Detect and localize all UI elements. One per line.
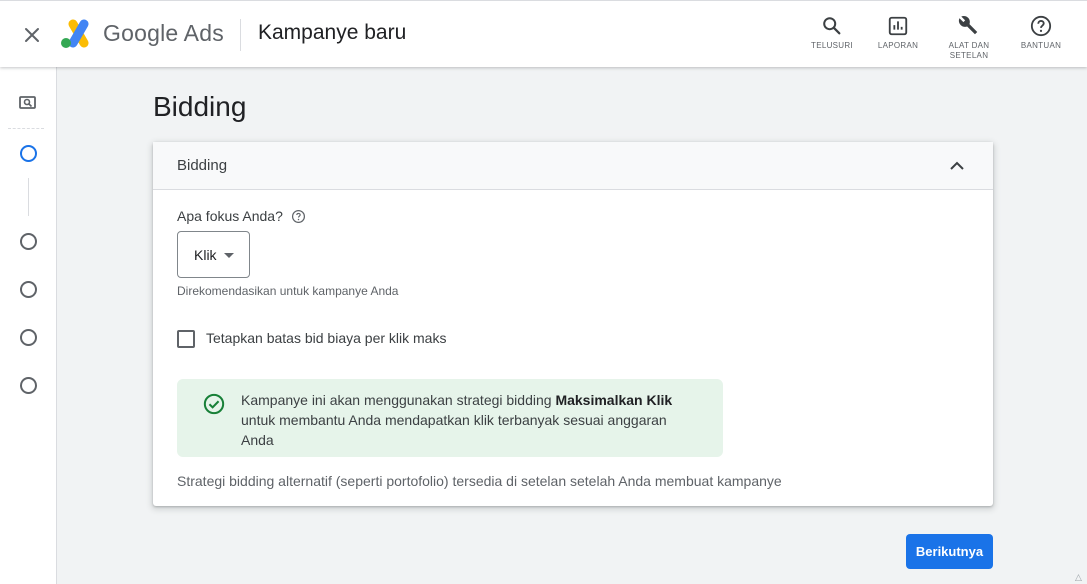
bidding-card-header[interactable]: Bidding [153, 142, 993, 190]
max-cpc-checkbox[interactable] [177, 330, 195, 348]
strategy-name: Maksimalkan Klik [555, 392, 673, 408]
focus-question-label: Apa fokus Anda? [177, 208, 283, 224]
google-ads-logo-icon [60, 19, 94, 49]
tools-label-line-1: ALAT DAN [948, 41, 990, 50]
strategy-info-text: Kampanye ini akan menggunakan strategi b… [241, 390, 701, 450]
next-button[interactable]: Berikutnya [906, 534, 993, 569]
corner-triangle-icon: △ [1075, 572, 1082, 582]
alternative-strategy-note: Strategi bidding alternatif (seperti por… [177, 473, 782, 489]
help-icon [1030, 15, 1052, 37]
close-icon[interactable] [20, 23, 44, 47]
step-sidebar [0, 67, 57, 584]
focus-select[interactable]: Klik [177, 231, 250, 278]
report-icon [888, 16, 908, 36]
tools-label-line-2: SETELAN [949, 51, 989, 60]
report-tool-label: LAPORAN [877, 41, 919, 50]
search-tool-button[interactable]: TELUSURI [802, 15, 862, 51]
header-divider [240, 19, 241, 51]
info-text-part-1: Kampanye ini akan menggunakan strategi b… [241, 392, 556, 408]
wrench-icon [958, 16, 978, 35]
recommendation-hint: Direkomendasikan untuk kampanye Anda [177, 284, 399, 298]
report-tool-button[interactable]: LAPORAN [868, 15, 928, 51]
bidding-card: Bidding Apa fokus Anda? Klik Direkomenda… [153, 142, 993, 506]
focus-select-value: Klik [194, 247, 217, 263]
tools-settings-label: ALAT DAN SETELAN [939, 41, 999, 61]
info-text-part-2: untuk membantu Anda mendapatkan klik ter… [241, 412, 667, 448]
search-icon [823, 17, 841, 35]
help-tool-button[interactable]: BANTUAN [1011, 15, 1071, 51]
campaign-overview-icon[interactable] [18, 95, 38, 111]
page-name: Kampanye baru [258, 21, 407, 44]
search-tool-label: TELUSURI [811, 41, 853, 50]
help-tool-label: BANTUAN [1020, 41, 1062, 50]
step-indicator-2[interactable] [20, 233, 37, 250]
bidding-card-title: Bidding [177, 157, 228, 174]
step-indicator-1[interactable] [20, 145, 37, 162]
check-circle-icon [203, 393, 225, 415]
step-indicator-3[interactable] [20, 281, 37, 298]
help-circle-icon[interactable] [291, 209, 306, 224]
step-indicator-5[interactable] [20, 377, 37, 394]
page-title: Bidding [153, 91, 247, 122]
brand-name: Google Ads [103, 20, 224, 46]
step-connector [28, 178, 29, 216]
strategy-info-banner: Kampanye ini akan menggunakan strategi b… [177, 379, 723, 457]
tools-settings-button[interactable]: ALAT DAN SETELAN [939, 15, 999, 61]
rail-divider [8, 128, 44, 129]
max-cpc-checkbox-label[interactable]: Tetapkan batas bid biaya per klik maks [206, 330, 446, 346]
dropdown-arrow-icon [224, 253, 234, 258]
chevron-up-icon[interactable] [945, 154, 969, 178]
step-indicator-4[interactable] [20, 329, 37, 346]
top-app-bar: Google Ads Kampanye baru TELUSURI LAPORA… [0, 0, 1087, 67]
